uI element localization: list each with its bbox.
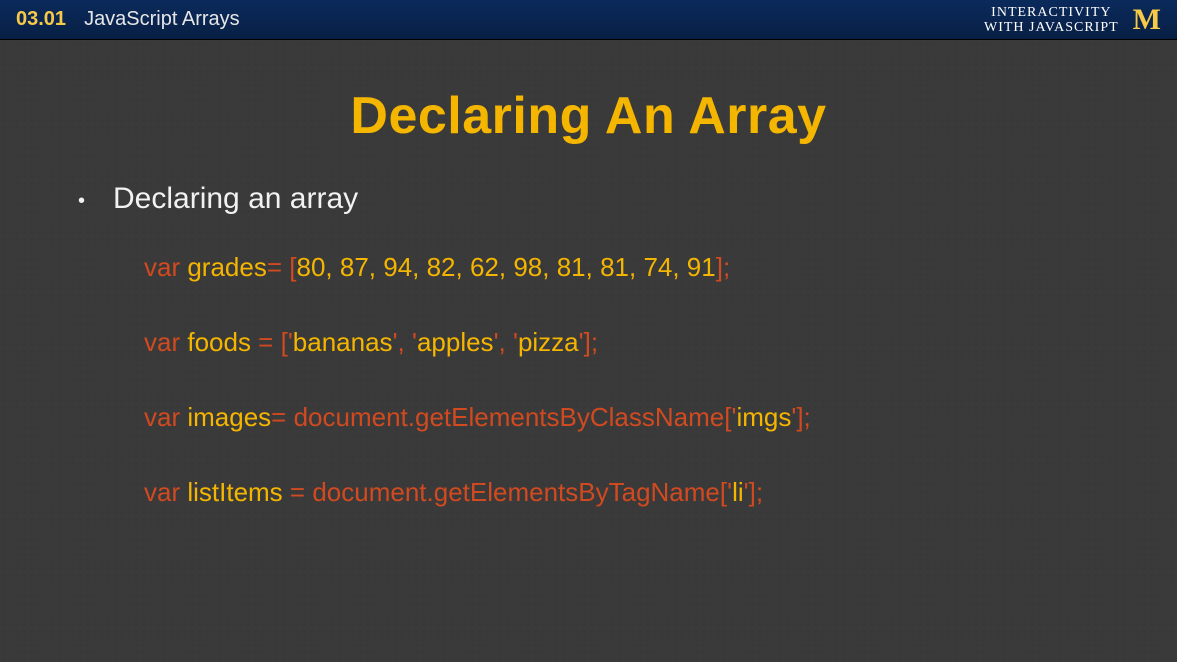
slide-title: Declaring An Array — [60, 86, 1117, 146]
slide-topic: JavaScript Arrays — [84, 8, 240, 31]
bracket-close: ]; — [749, 477, 763, 507]
equals: = — [290, 477, 312, 507]
separator: ', ' — [393, 327, 417, 357]
equals: = — [271, 402, 293, 432]
slide-header: 03.01 JavaScript Arrays INTERACTIVITY WI… — [0, 0, 1177, 40]
bullet-dot: • — [78, 190, 85, 213]
bracket-close: ]; — [716, 252, 730, 282]
slide-number: 03.01 — [16, 8, 66, 31]
bullet-item: • Declaring an array — [78, 182, 1117, 216]
slide-body: Declaring An Array • Declaring an array … — [0, 40, 1177, 508]
identifier: listItems — [187, 477, 290, 507]
keyword-var: var — [144, 327, 187, 357]
equals: = — [258, 327, 280, 357]
code-line-3: var images= document.getElementsByClassN… — [144, 402, 1117, 433]
bracket-close: ]; — [584, 327, 598, 357]
course-name: INTERACTIVITY WITH JAVASCRIPT — [984, 5, 1119, 35]
bracket-close: ]; — [796, 402, 810, 432]
course-line2: WITH JAVASCRIPT — [984, 20, 1119, 35]
code-line-2: var foods = ['bananas', 'apples', 'pizza… — [144, 327, 1117, 358]
code-line-4: var listItems = document.getElementsByTa… — [144, 477, 1117, 508]
identifier: images — [187, 402, 271, 432]
code-line-1: var grades= [80, 87, 94, 82, 62, 98, 81,… — [144, 252, 1117, 283]
bullet-text: Declaring an array — [113, 182, 358, 216]
identifier: grades — [187, 252, 267, 282]
string-arg: li — [732, 477, 744, 507]
string-arg: imgs — [736, 402, 791, 432]
keyword-var: var — [144, 477, 187, 507]
header-right: INTERACTIVITY WITH JAVASCRIPT M — [984, 0, 1161, 40]
separator: ', ' — [494, 327, 518, 357]
method-call: document.getElementsByClassName[ — [294, 402, 732, 432]
bracket-open: [ — [289, 252, 296, 282]
keyword-var: var — [144, 402, 187, 432]
array-values: 80, 87, 94, 82, 62, 98, 81, 81, 74, 91 — [297, 252, 716, 282]
string-value: pizza — [518, 327, 579, 357]
identifier: foods — [187, 327, 258, 357]
bracket-open: [ — [281, 327, 288, 357]
string-value: apples — [417, 327, 494, 357]
university-logo: M — [1133, 5, 1161, 35]
method-call: document.getElementsByTagName[ — [312, 477, 727, 507]
course-line1: INTERACTIVITY — [984, 5, 1119, 20]
keyword-var: var — [144, 252, 187, 282]
equals: = — [267, 252, 289, 282]
string-value: bananas — [293, 327, 393, 357]
code-block: var grades= [80, 87, 94, 82, 62, 98, 81,… — [144, 252, 1117, 508]
